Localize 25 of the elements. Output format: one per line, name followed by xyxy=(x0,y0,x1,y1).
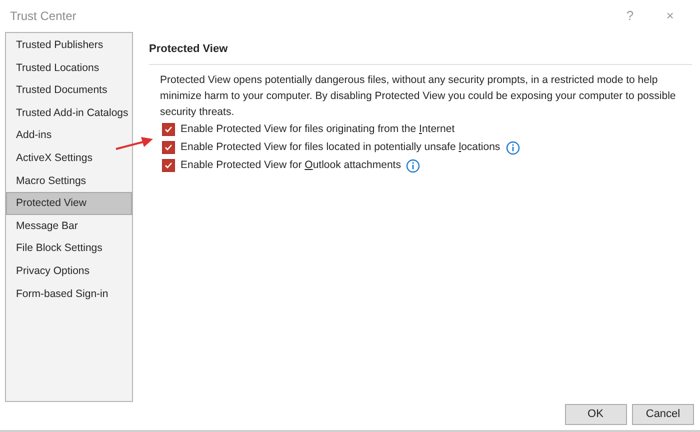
checkbox[interactable] xyxy=(162,141,175,154)
sidebar-item[interactable]: Form-based Sign-in xyxy=(6,282,132,306)
info-icon[interactable] xyxy=(506,140,520,154)
info-icon[interactable] xyxy=(406,158,420,172)
sidebar-item[interactable]: Message Bar xyxy=(6,214,132,238)
dialog-button[interactable]: OK xyxy=(564,404,626,425)
sidebar-item[interactable]: Trusted Documents xyxy=(6,79,132,102)
sidebar-item[interactable]: Trusted Add-in Catalogs xyxy=(6,102,132,124)
checkbox-label: Enable Protected View for Outlook attachments xyxy=(180,158,401,173)
sidebar-item[interactable]: Trusted Publishers xyxy=(6,34,132,57)
sidebar-item[interactable]: Macro Settings xyxy=(6,170,132,192)
checkbox-label: Enable Protected View for files originating from the Internet xyxy=(180,122,455,137)
checkbox[interactable] xyxy=(162,159,175,172)
window-title: Trust Center xyxy=(10,8,76,25)
sidebar-item[interactable]: Protected View xyxy=(6,192,132,215)
sidebar-item[interactable]: ActiveX Settings xyxy=(6,146,132,170)
sidebar-item[interactable]: Trusted Locations xyxy=(6,56,132,80)
sidebar-item[interactable]: Add-ins xyxy=(6,124,132,147)
checkbox-label: Enable Protected View for files located in potentially unsafe locations xyxy=(180,140,500,155)
description-text: Protected View opens potentially dangerous files, without any security prompts, in a restricted mode to help minimize harm to your computer. By disabling Protected View you could be exposing your computer to possible security threats. xyxy=(160,72,677,120)
dialog-button[interactable]: Cancel xyxy=(632,404,694,425)
sidebar-item[interactable]: Privacy Options xyxy=(6,260,132,283)
section-heading: Protected View xyxy=(149,41,692,64)
checkbox[interactable] xyxy=(162,123,175,136)
sidebar-item[interactable]: File Block Settings xyxy=(6,237,132,260)
